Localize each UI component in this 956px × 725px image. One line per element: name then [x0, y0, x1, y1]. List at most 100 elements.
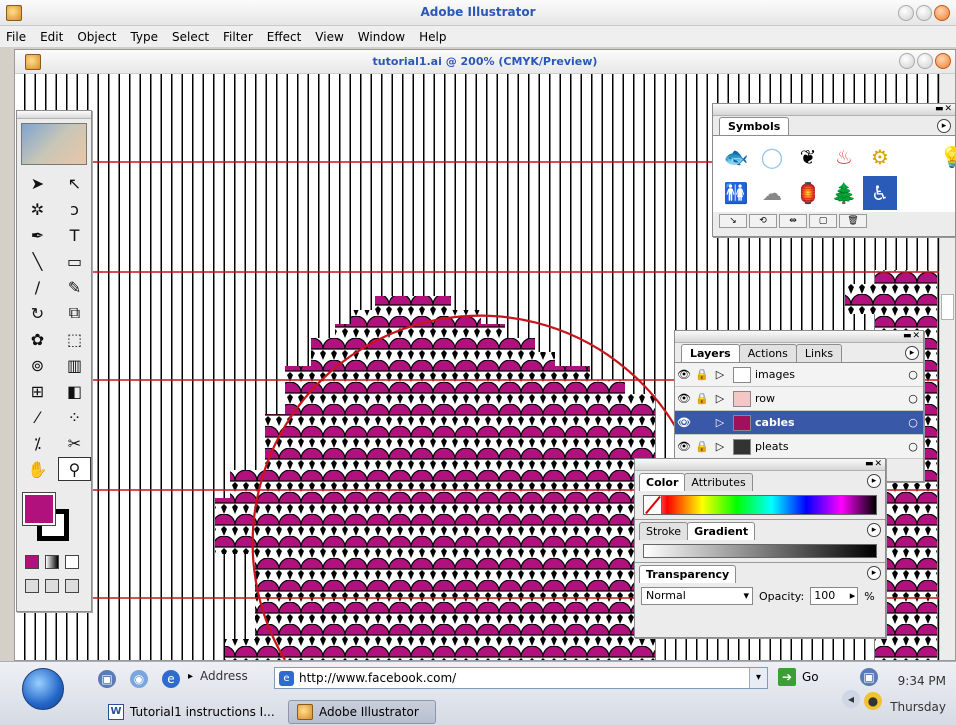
expand-triangle-icon[interactable]: ▷: [711, 368, 729, 381]
warp-tool-icon[interactable]: ✿: [21, 327, 54, 351]
layers-panel-bar[interactable]: ▬✕: [675, 331, 923, 343]
menu-view[interactable]: View: [315, 30, 343, 44]
transparency-menu-icon[interactable]: ▸: [867, 566, 881, 580]
tab-gradient[interactable]: Gradient: [687, 522, 756, 540]
slice-tool-icon[interactable]: ⁒: [21, 431, 54, 455]
expand-triangle-icon[interactable]: ▷: [711, 392, 729, 405]
menu-object[interactable]: Object: [77, 30, 116, 44]
menu-type[interactable]: Type: [130, 30, 158, 44]
target-circle-icon[interactable]: ○: [903, 440, 923, 453]
zoom-tool-icon[interactable]: ⚲: [58, 457, 91, 481]
paintbrush-tool-icon[interactable]: ∕: [21, 275, 54, 299]
menu-effect[interactable]: Effect: [267, 30, 302, 44]
none-color-swatch[interactable]: [644, 496, 662, 514]
toolbox-grip[interactable]: [17, 111, 91, 119]
tab-attributes[interactable]: Attributes: [684, 473, 753, 491]
media-player-icon[interactable]: ◉: [130, 670, 148, 688]
color-collapse-icon[interactable]: ▬✕: [865, 459, 883, 469]
address-input[interactable]: e http://www.facebook.com/ ▾: [274, 667, 768, 689]
scroll-thumb[interactable]: [941, 294, 954, 320]
rotate-tool-icon[interactable]: ↻: [21, 301, 54, 325]
color-panel-bar[interactable]: ▬✕: [635, 459, 885, 471]
doc-close-button[interactable]: [935, 53, 951, 69]
type-tool-icon[interactable]: T: [58, 223, 91, 247]
symbol-sprayer-tool-icon[interactable]: ⊚: [21, 353, 54, 377]
menu-window[interactable]: Window: [358, 30, 405, 44]
lasso-tool-icon[interactable]: ↄ: [58, 197, 91, 221]
free-transform-tool-icon[interactable]: ⬚: [58, 327, 91, 351]
target-circle-icon[interactable]: ○: [903, 368, 923, 381]
blank-symbol-icon[interactable]: [899, 140, 933, 174]
clock-time[interactable]: 9:34 PM: [898, 674, 946, 688]
mesh-tool-icon[interactable]: ⊞: [21, 379, 54, 403]
visibility-eye-icon[interactable]: 👁: [675, 440, 693, 453]
none-mode-icon[interactable]: [65, 555, 79, 569]
target-circle-icon[interactable]: ○: [903, 392, 923, 405]
expand-triangle-icon[interactable]: ▷: [711, 440, 729, 453]
visibility-eye-icon[interactable]: 👁: [675, 368, 693, 381]
scale-tool-icon[interactable]: ⧉: [58, 301, 91, 325]
break-link-button[interactable]: ⇹: [779, 214, 807, 228]
rectangle-tool-icon[interactable]: ▭: [58, 249, 91, 273]
close-button[interactable]: [934, 5, 950, 21]
toolbar-expand-icon[interactable]: ▸: [188, 671, 193, 682]
panel-collapse-icon[interactable]: ▬✕: [935, 104, 953, 114]
go-button[interactable]: ➔ Go: [778, 668, 819, 686]
tab-layers[interactable]: Layers: [681, 344, 740, 362]
show-desktop-icon[interactable]: ▣: [98, 670, 116, 688]
address-url[interactable]: http://www.facebook.com/: [299, 671, 456, 685]
tab-links[interactable]: Links: [795, 344, 843, 362]
new-symbol-button[interactable]: ▢: [809, 214, 837, 228]
blend-mode-select[interactable]: Normal: [641, 587, 753, 605]
graph-tool-icon[interactable]: ▥: [58, 353, 91, 377]
gradient-tool-icon[interactable]: ◧: [58, 379, 91, 403]
color-mode-icon[interactable]: [25, 555, 39, 569]
scissors-tool-icon[interactable]: ✂: [58, 431, 91, 455]
lock-icon[interactable]: 🔒: [693, 440, 711, 453]
lightbulb-symbol-icon[interactable]: 💡: [935, 140, 956, 174]
color-menu-icon[interactable]: ▸: [867, 474, 881, 488]
pencil-tool-icon[interactable]: ✎: [58, 275, 91, 299]
task-adobe-illustrator[interactable]: Adobe Illustrator: [288, 700, 436, 724]
lock-icon[interactable]: 🔒: [693, 368, 711, 381]
layer-row[interactable]: 👁 🔒 ▷ images ○: [675, 363, 923, 387]
layer-row[interactable]: 👁 🔒 ▷ row ○: [675, 387, 923, 411]
task-tutorial-instructions[interactable]: W Tutorial1 instructions I...: [100, 700, 283, 724]
pen-tool-icon[interactable]: ✒: [21, 223, 54, 247]
menu-edit[interactable]: Edit: [40, 30, 63, 44]
smoke-symbol-icon[interactable]: ☁: [755, 176, 789, 210]
tab-stroke[interactable]: Stroke: [639, 522, 689, 540]
target-circle-icon[interactable]: ○: [903, 416, 923, 429]
symbols-panel-bar[interactable]: ▬✕: [713, 104, 955, 116]
panel-menu-icon[interactable]: ▸: [937, 119, 951, 133]
magic-wand-tool-icon[interactable]: ✲: [21, 197, 54, 221]
tray-status-icon[interactable]: ●: [864, 692, 882, 710]
line-tool-icon[interactable]: ╲: [21, 249, 54, 273]
tab-color[interactable]: Color: [639, 473, 686, 491]
fire-symbol-icon[interactable]: ♨: [827, 140, 861, 174]
blend-tool-icon[interactable]: ⁘: [58, 405, 91, 429]
tab-symbols[interactable]: Symbols: [719, 117, 790, 135]
fish-symbol-icon[interactable]: 🐟: [719, 140, 753, 174]
gear-symbol-icon[interactable]: ⚙: [863, 140, 897, 174]
delete-symbol-button[interactable]: 🗑: [839, 214, 867, 228]
doc-maximize-button[interactable]: [917, 53, 933, 69]
tab-actions[interactable]: Actions: [738, 344, 797, 362]
layer-row[interactable]: 👁 🔒 ▷ pleats ○: [675, 435, 923, 459]
hand-tool-icon[interactable]: ✋: [21, 457, 54, 481]
gradient-menu-icon[interactable]: ▸: [867, 523, 881, 537]
layers-collapse-icon[interactable]: ▬✕: [903, 331, 921, 341]
layer-row[interactable]: 👁 ▷ cables ○: [675, 411, 923, 435]
visibility-eye-icon[interactable]: 👁: [675, 416, 693, 429]
standard-screen-icon[interactable]: [25, 579, 39, 593]
layers-menu-icon[interactable]: ▸: [905, 346, 919, 360]
direct-selection-tool-icon[interactable]: ↖: [58, 171, 91, 195]
gradient-slider-bar[interactable]: [643, 544, 877, 558]
expand-triangle-icon[interactable]: ▷: [711, 416, 729, 429]
sphere-symbol-icon[interactable]: ◯: [755, 140, 789, 174]
tray-back-icon[interactable]: ◂: [842, 690, 860, 708]
full-screen-menu-icon[interactable]: [45, 579, 59, 593]
wheelchair-symbol-icon[interactable]: ♿: [863, 176, 897, 210]
minimize-button[interactable]: [898, 5, 914, 21]
eyedropper-tool-icon[interactable]: ⁄: [21, 405, 54, 429]
